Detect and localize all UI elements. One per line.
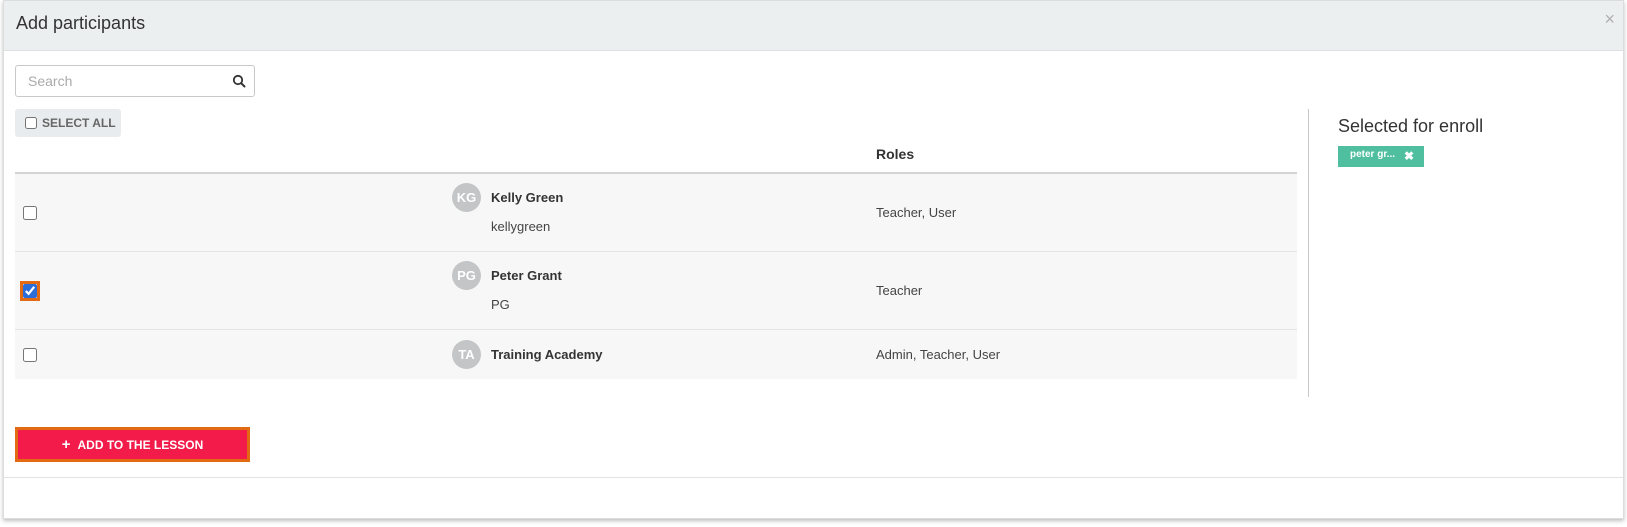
table-row: KG Kelly Green kellygreen Teacher, User [15, 174, 1297, 252]
avatar: TA [452, 340, 481, 369]
participant-roles: Teacher, User [876, 205, 957, 220]
select-all-label: SELECT ALL [42, 116, 116, 130]
modal-header: Add participants × [4, 1, 1623, 51]
table-row: TA Training Academy Admin, Teacher, User [15, 330, 1297, 379]
row-checkbox-kelly-green[interactable] [23, 206, 37, 220]
selected-for-enroll-title: Selected for enroll [1338, 116, 1484, 136]
search-input[interactable] [16, 66, 228, 96]
participant-name: Training Academy [491, 347, 603, 362]
search-box [15, 65, 255, 97]
chip-label: peter gr... [1350, 149, 1396, 160]
select-all-checkbox[interactable] [25, 117, 37, 129]
participant-roles: Teacher [876, 283, 923, 298]
add-to-lesson-button[interactable]: + ADD TO THE LESSON [15, 427, 250, 462]
add-to-lesson-label: ADD TO THE LESSON [77, 437, 204, 452]
close-icon[interactable]: × [1604, 9, 1615, 29]
participant-name: Peter Grant [491, 268, 562, 283]
selected-chip-peter-grant: peter gr... ✖ [1338, 146, 1424, 167]
avatar: KG [452, 183, 481, 212]
avatar: PG [452, 261, 481, 290]
participants-table: Roles KG Kelly Green kellygreen Teacher,… [15, 137, 1297, 379]
select-all-button[interactable]: SELECT ALL [15, 109, 121, 137]
add-participants-modal: Add participants × SELECT ALL Roles KG K… [3, 0, 1624, 519]
table-header: Roles [15, 137, 1297, 174]
table-row: PG Peter Grant PG Teacher [15, 252, 1297, 330]
row-checkbox-peter-grant[interactable] [20, 281, 40, 301]
participant-name: Kelly Green [491, 190, 564, 205]
panel-divider [1308, 109, 1309, 397]
roles-column-header: Roles [876, 146, 915, 162]
footer-divider [4, 477, 1623, 478]
participant-username: kellygreen [491, 219, 551, 234]
search-icon[interactable] [232, 74, 246, 88]
participant-roles: Admin, Teacher, User [876, 347, 1001, 362]
participant-username: PG [491, 297, 510, 312]
row-checkbox-training-academy[interactable] [23, 348, 37, 362]
modal-title: Add participants [16, 13, 146, 33]
plus-icon: + [61, 435, 71, 453]
chip-remove-icon[interactable]: ✖ [1404, 149, 1414, 163]
